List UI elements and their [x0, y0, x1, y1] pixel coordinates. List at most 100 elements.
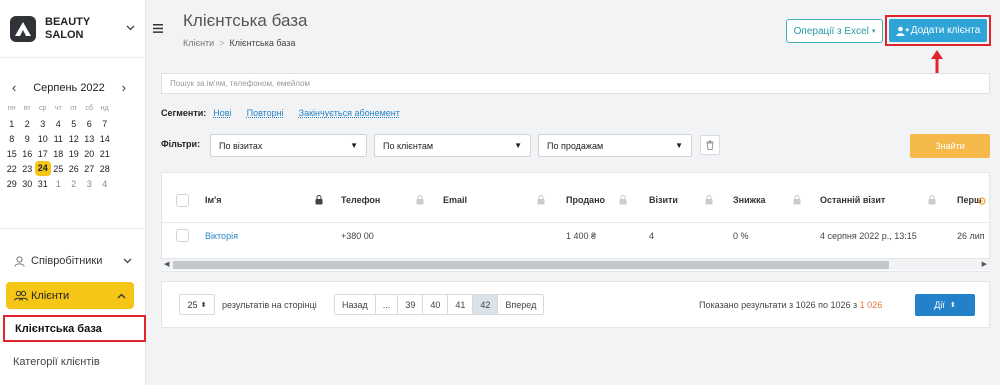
calendar-day[interactable]: 11 [51, 134, 67, 144]
column-header-last-visit[interactable]: Останній візит [820, 195, 885, 205]
segment-new[interactable]: Нові [213, 108, 231, 118]
pagination-next-button[interactable]: Вперед [498, 295, 544, 314]
sidebar-item-staff[interactable]: Співробітники [6, 250, 138, 272]
pagination-page[interactable]: 41 [448, 295, 474, 314]
lock-icon [793, 195, 801, 205]
calendar-day[interactable]: 23 [20, 164, 36, 174]
pagination-page[interactable]: 40 [423, 295, 449, 314]
calendar-weekday: чт [54, 105, 62, 112]
column-header-sold[interactable]: Продано [566, 195, 605, 205]
calendar-day[interactable]: 27 [82, 164, 98, 174]
segments: Сегменти: Нові Повторні Закінчується або… [161, 108, 415, 118]
column-header-discount[interactable]: Знижка [733, 195, 766, 205]
calendar-day[interactable]: 28 [97, 164, 113, 174]
calendar-day[interactable]: 18 [51, 149, 67, 159]
per-page-label: результатів на сторінці [222, 300, 317, 310]
calendar-day[interactable]: 15 [4, 149, 20, 159]
calendar-prev-button[interactable]: ‹ [12, 80, 16, 95]
segment-repeat[interactable]: Повторні [247, 108, 284, 118]
calendar-day[interactable]: 16 [20, 149, 36, 159]
client-name-link[interactable]: Вікторія [205, 231, 238, 241]
pagination-ellipsis[interactable]: ... [375, 295, 399, 314]
calendar-day[interactable]: 22 [4, 164, 20, 174]
excel-operations-button[interactable]: Операції з Excel ▾ [786, 19, 883, 43]
horizontal-scrollbar[interactable]: ◀ ▶ [161, 258, 990, 270]
calendar-day[interactable]: 3 [35, 119, 51, 129]
calendar-day[interactable]: 10 [35, 134, 51, 144]
calendar-day[interactable]: 2 [66, 179, 82, 189]
actions-button[interactable]: Дії ⬍ [915, 294, 975, 316]
scrollbar-thumb[interactable] [173, 261, 889, 269]
calendar-day[interactable]: 12 [66, 134, 82, 144]
calendar-month-label: Серпень 2022 [33, 81, 105, 94]
menu-toggle-icon[interactable] [153, 21, 163, 36]
calendar-week-row: 15 16 17 18 19 20 21 [4, 146, 146, 161]
calendar-day[interactable]: 14 [97, 134, 113, 144]
search-input[interactable]: Пошук за ім'ям, телефоном, емейлом [161, 73, 990, 94]
calendar-day[interactable]: 4 [97, 179, 113, 189]
trash-icon [706, 140, 714, 150]
gear-icon[interactable]: ⚙ [977, 195, 987, 208]
sidebar-item-clients[interactable]: Клієнти [6, 282, 134, 309]
filter-visits-select[interactable]: По візитах ▼ [210, 134, 367, 157]
sidebar-subitem-client-base[interactable]: Клієнтська база [3, 315, 146, 342]
calendar-day[interactable]: 6 [82, 119, 98, 129]
column-header-phone[interactable]: Телефон [341, 195, 380, 205]
filter-sales-value: По продажам [547, 140, 604, 151]
calendar-day[interactable]: 21 [97, 149, 113, 159]
breadcrumb-current: Клієнтська база [229, 38, 296, 48]
calendar-day[interactable]: 31 [35, 179, 51, 189]
column-header-name[interactable]: Ім'я [205, 195, 222, 205]
caret-down-icon: ▼ [675, 141, 683, 150]
pagination-page-active[interactable]: 42 [473, 295, 499, 314]
calendar-day[interactable]: 17 [35, 149, 51, 159]
calendar-next-button[interactable]: › [122, 80, 126, 95]
calendar-day[interactable]: 29 [4, 179, 20, 189]
scroll-left-icon[interactable]: ◀ [164, 260, 169, 268]
calendar-day-today[interactable]: 24 [35, 161, 51, 176]
scroll-right-icon[interactable]: ▶ [982, 260, 987, 268]
calendar-day[interactable]: 26 [66, 164, 82, 174]
column-header-email[interactable]: Email [443, 195, 467, 205]
column-header-visits[interactable]: Візити [649, 195, 678, 205]
calendar-day[interactable]: 3 [82, 179, 98, 189]
brand-name: BEAUTY SALON [45, 16, 90, 42]
clear-filters-button[interactable] [700, 135, 720, 155]
brand-switcher[interactable]: BEAUTY SALON [0, 0, 145, 58]
lock-icon [416, 195, 424, 205]
calendar-day[interactable]: 8 [4, 134, 20, 144]
calendar-grid: пн вт ср чт пт сб нд 1 2 3 4 5 6 7 8 9 10 11 12 13 14 15 16 17 1… [0, 101, 146, 191]
chevron-down-icon [123, 256, 132, 266]
segment-expiring-subscription[interactable]: Закінчується абонемент [299, 108, 400, 118]
calendar-day[interactable]: 30 [20, 179, 36, 189]
filter-visits-value: По візитах [219, 140, 263, 151]
calendar-day[interactable]: 13 [82, 134, 98, 144]
pagination-page[interactable]: 39 [398, 295, 424, 314]
filter-clients-select[interactable]: По клієнтам ▼ [374, 134, 531, 157]
pagination-prev-button[interactable]: Назад [335, 295, 376, 314]
calendar-day[interactable]: 20 [82, 149, 98, 159]
lock-icon [619, 195, 627, 205]
calendar-day[interactable]: 1 [51, 179, 67, 189]
select-all-checkbox[interactable] [176, 194, 189, 207]
client-sold: 1 400 ₴ [566, 231, 597, 241]
sidebar-subitem-client-categories[interactable]: Категорії клієнтів [13, 356, 100, 368]
find-button[interactable]: Знайти [910, 134, 990, 158]
chevron-down-icon[interactable] [126, 23, 135, 34]
calendar-day[interactable]: 4 [51, 119, 67, 129]
add-client-button[interactable]: Додати клієнта [889, 19, 987, 42]
sidebar-divider [0, 228, 146, 229]
sort-arrows-icon: ⬍ [200, 301, 207, 309]
lock-icon [315, 195, 323, 205]
filter-sales-select[interactable]: По продажам ▼ [538, 134, 692, 157]
calendar-day[interactable]: 9 [20, 134, 36, 144]
calendar-day[interactable]: 7 [97, 119, 113, 129]
row-checkbox[interactable] [176, 229, 189, 242]
calendar-day[interactable]: 25 [51, 164, 67, 174]
calendar-day[interactable]: 2 [20, 119, 36, 129]
calendar-day[interactable]: 1 [4, 119, 20, 129]
calendar-day[interactable]: 5 [66, 119, 82, 129]
breadcrumb-item[interactable]: Клієнти [183, 38, 214, 48]
calendar-day[interactable]: 19 [66, 149, 82, 159]
per-page-select[interactable]: 25 ⬍ [179, 294, 215, 315]
